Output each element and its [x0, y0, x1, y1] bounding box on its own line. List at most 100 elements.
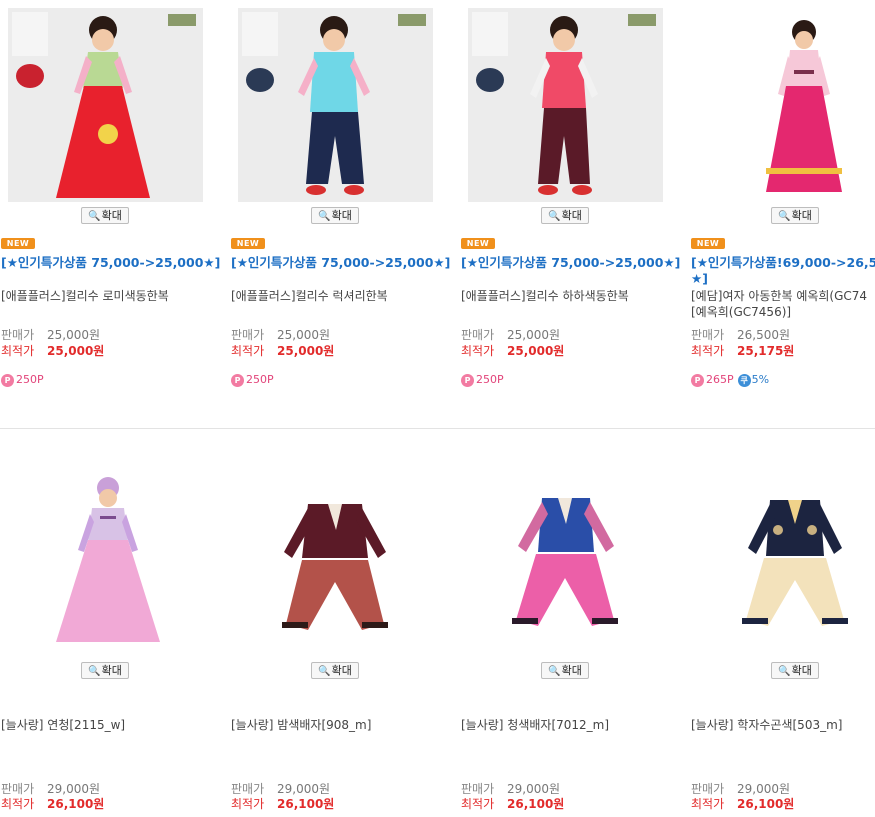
- product-name[interactable]: [늘사랑] 밤색배자[908_m]: [231, 717, 461, 733]
- row-divider: [0, 428, 875, 429]
- sale-price-label: 판매가: [461, 328, 495, 342]
- new-badge: NEW: [1, 238, 35, 249]
- product-name[interactable]: [애플플러스]컬리수 하하색동한복: [461, 288, 691, 304]
- best-price-label: 최적가: [1, 797, 35, 811]
- best-price-label: 최적가: [691, 797, 725, 811]
- hanbok-boy-outfit-image: [698, 460, 875, 654]
- best-price-line: 최적가 25,000원: [1, 342, 104, 359]
- zoom-label: 확대: [101, 664, 122, 677]
- product-image[interactable]: [698, 460, 875, 654]
- product-image[interactable]: [698, 8, 875, 202]
- best-price-line: 최적가 25,175원: [691, 342, 794, 359]
- product-image[interactable]: [468, 8, 663, 202]
- zoom-label: 확대: [561, 209, 582, 222]
- product-image[interactable]: [238, 8, 433, 202]
- magnifier-icon: 🔍: [88, 211, 101, 222]
- product-name[interactable]: [늘사랑] 연청[2115_w]: [1, 717, 231, 733]
- product-image[interactable]: [468, 460, 663, 654]
- product-image[interactable]: [8, 8, 203, 202]
- points-value: 250P: [16, 373, 44, 386]
- best-price-label: 최적가: [231, 344, 265, 358]
- product-name[interactable]: [늘사랑] 청색배자[7012_m]: [461, 717, 691, 733]
- product-image[interactable]: [238, 460, 433, 654]
- zoom-button[interactable]: 🔍확대: [541, 207, 589, 224]
- product-grid: 🔍확대 NEW [★인기특가상품 75,000->25,000★] [애플플러스…: [0, 0, 875, 817]
- magnifier-icon: 🔍: [778, 666, 791, 677]
- promo-text[interactable]: [★인기특가상품 75,000->25,000★]: [461, 255, 691, 271]
- points-value: 250P: [476, 373, 504, 386]
- product-name[interactable]: [예담]여자 아동한복 예옥희(GC74: [691, 288, 875, 304]
- best-price: 25,000원: [507, 344, 565, 358]
- zoom-button[interactable]: 🔍확대: [771, 662, 819, 679]
- best-price: 26,100원: [507, 797, 565, 811]
- points-info: P 250P: [231, 373, 274, 387]
- best-price-label: 최적가: [231, 797, 265, 811]
- best-price-line: 최적가 25,000원: [231, 342, 334, 359]
- hanbok-boy-outfit-image: [238, 460, 433, 654]
- best-price: 25,000원: [277, 344, 335, 358]
- best-price-line: 최적가 26,100원: [691, 795, 794, 812]
- promo-text[interactable]: [★인기특가상품 75,000->25,000★]: [231, 255, 461, 271]
- zoom-button[interactable]: 🔍확대: [311, 207, 359, 224]
- product-image[interactable]: [8, 460, 203, 654]
- magnifier-icon: 🔍: [318, 211, 331, 222]
- best-price: 25,175원: [737, 344, 795, 358]
- point-icon: P: [1, 373, 14, 387]
- zoom-label: 확대: [101, 209, 122, 222]
- sale-price: 29,000원: [277, 782, 331, 796]
- zoom-button[interactable]: 🔍확대: [311, 662, 359, 679]
- new-badge: NEW: [231, 238, 265, 249]
- point-icon: P: [231, 373, 244, 387]
- magnifier-icon: 🔍: [548, 666, 561, 677]
- promo-text[interactable]: [★인기특가상품 75,000->25,000★]: [1, 255, 231, 271]
- sale-price-label: 판매가: [231, 328, 265, 342]
- hanbok-girl-image: [698, 8, 875, 202]
- sale-price: 26,500원: [737, 328, 791, 342]
- best-price: 26,100원: [737, 797, 795, 811]
- best-price: 25,000원: [47, 344, 105, 358]
- magnifier-icon: 🔍: [548, 211, 561, 222]
- new-badge: NEW: [691, 238, 725, 249]
- zoom-button[interactable]: 🔍확대: [771, 207, 819, 224]
- promo-text-line2: ★]: [691, 271, 708, 286]
- sale-price: 25,000원: [47, 328, 101, 342]
- sale-price: 25,000원: [507, 328, 561, 342]
- new-badge: NEW: [461, 238, 495, 249]
- point-icon: P: [691, 373, 704, 387]
- sale-price-line: 판매가 25,000원: [1, 326, 100, 343]
- sale-price: 29,000원: [737, 782, 791, 796]
- product-name[interactable]: [애플플러스]컬리수 로미색동한복: [1, 288, 231, 304]
- sale-price-line: 판매가 26,500원: [691, 326, 790, 343]
- product-name-line2[interactable]: [예옥희(GC7456)]: [691, 304, 875, 320]
- best-price-label: 최적가: [461, 344, 495, 358]
- best-price-line: 최적가 25,000원: [461, 342, 564, 359]
- promo-text[interactable]: [★인기특가상품!69,000->26,5 ★]: [691, 255, 875, 287]
- best-price-label: 최적가: [691, 344, 725, 358]
- best-price: 26,100원: [47, 797, 105, 811]
- hanbok-boy-image: [468, 8, 663, 202]
- zoom-button[interactable]: 🔍확대: [81, 207, 129, 224]
- best-price-line: 최적가 26,100원: [461, 795, 564, 812]
- zoom-button[interactable]: 🔍확대: [541, 662, 589, 679]
- best-price-line: 최적가 26,100원: [1, 795, 104, 812]
- best-price-label: 최적가: [461, 797, 495, 811]
- zoom-label: 확대: [561, 664, 582, 677]
- zoom-button[interactable]: 🔍확대: [81, 662, 129, 679]
- product-name[interactable]: [늘사랑] 학자수곤색[503_m]: [691, 717, 875, 733]
- best-price: 26,100원: [277, 797, 335, 811]
- magnifier-icon: 🔍: [88, 666, 101, 677]
- hanbok-boy-image: [238, 8, 433, 202]
- coupon-value: 5%: [751, 373, 770, 386]
- points-info: P 265P 쿠 5%: [691, 373, 769, 387]
- promo-text-line1: [★인기특가상품!69,000->26,5: [691, 255, 875, 270]
- points-info: P 250P: [461, 373, 504, 387]
- sale-price-label: 판매가: [1, 328, 35, 342]
- hanbok-girl-image: [8, 8, 203, 202]
- product-name[interactable]: [애플플러스]컬리수 럭셔리한복: [231, 288, 461, 304]
- magnifier-icon: 🔍: [778, 211, 791, 222]
- hanbok-boy-outfit-image: [468, 460, 663, 654]
- points-value: 265P: [706, 373, 734, 386]
- hanbok-girl-image: [8, 460, 203, 654]
- magnifier-icon: 🔍: [318, 666, 331, 677]
- zoom-label: 확대: [791, 209, 812, 222]
